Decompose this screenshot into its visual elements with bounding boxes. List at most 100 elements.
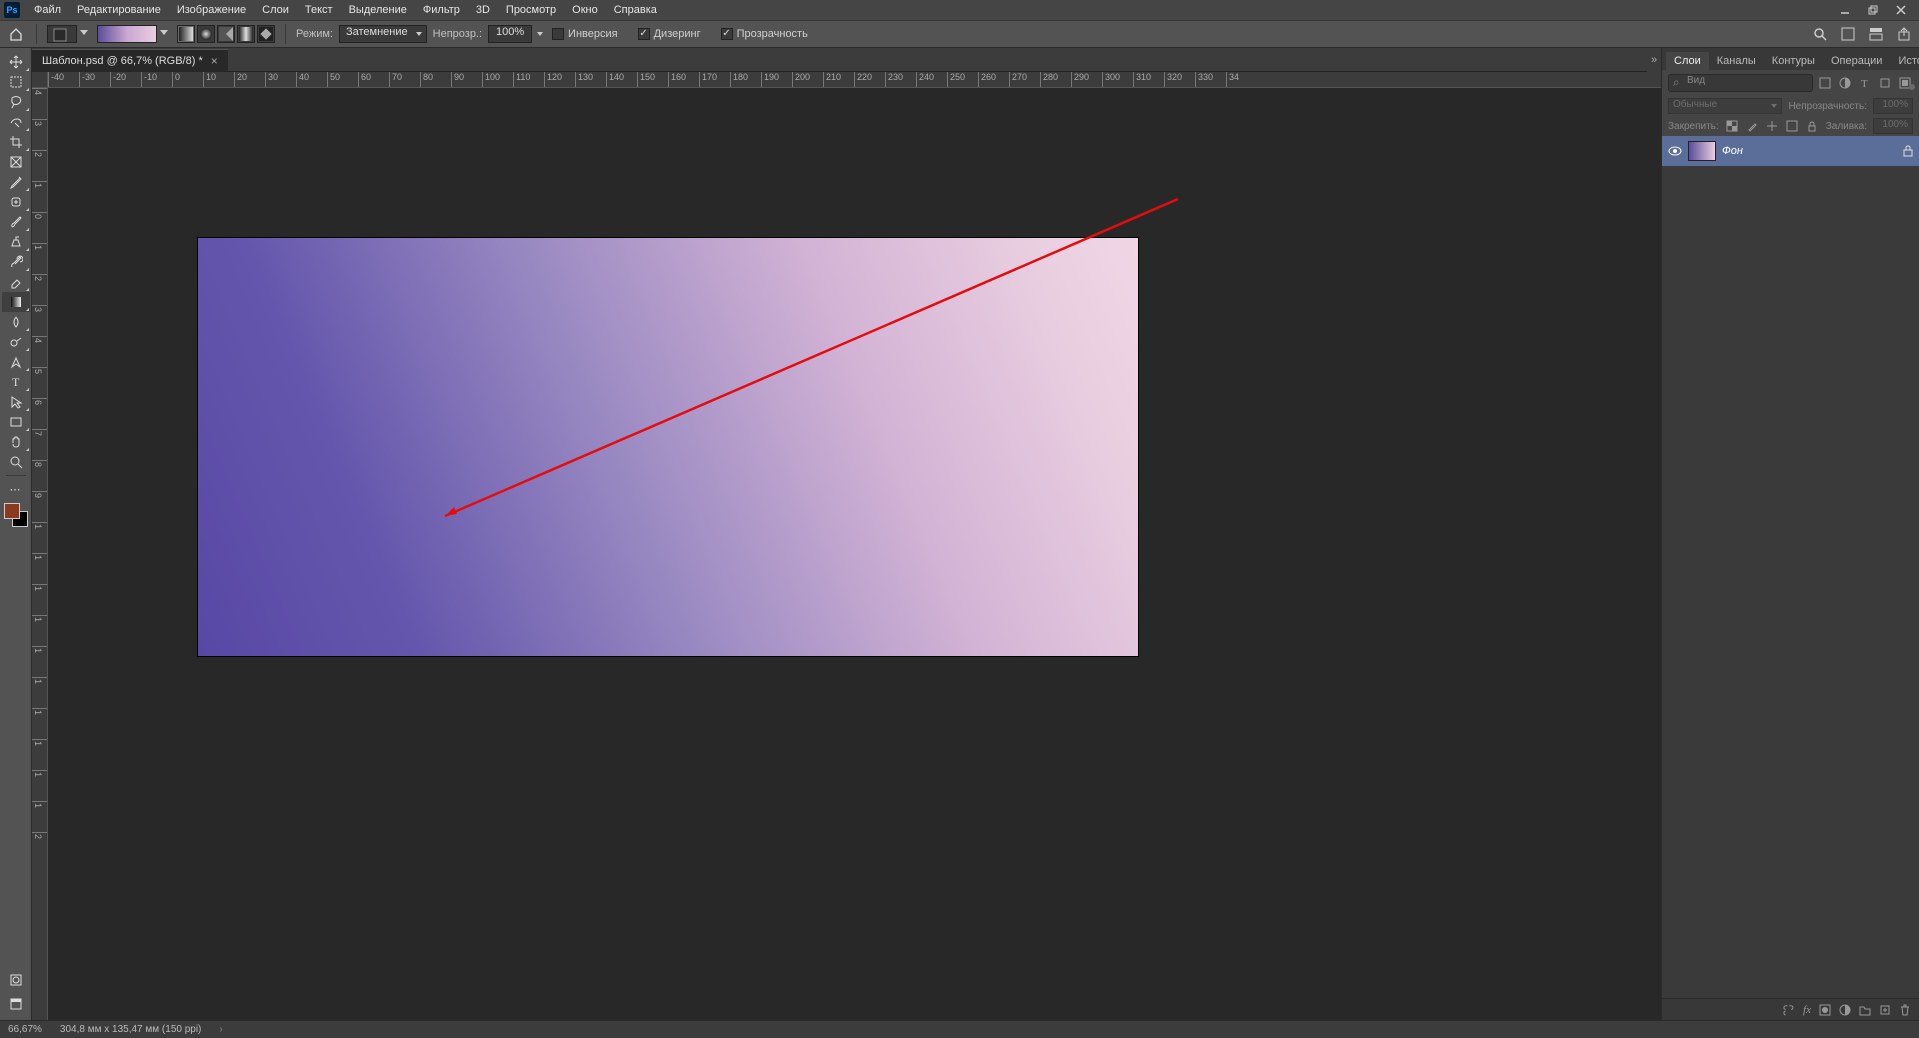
frame-mode-icon[interactable] [1839,25,1857,43]
frame-tool[interactable] [2,152,30,172]
menu-filter[interactable]: Фильтр [415,2,468,18]
opacity-input[interactable]: 100% [488,25,532,43]
delete-layer-icon[interactable] [1899,1004,1911,1016]
menu-select[interactable]: Выделение [341,2,415,18]
tab-history[interactable]: История [1890,52,1919,70]
menu-3d[interactable]: 3D [468,2,498,18]
edit-toolbar-button[interactable]: ⋯ [2,479,30,499]
status-menu-icon[interactable]: › [219,1024,222,1035]
document-tab[interactable]: Шаблон.psd @ 66,7% (RGB/8) * × [32,49,228,72]
dither-checkbox[interactable]: Дизеринг [638,28,701,40]
layer-blend-mode-select[interactable]: Обычные [1668,98,1782,114]
layer-opacity-input[interactable]: 100% [1873,98,1913,114]
new-layer-icon[interactable] [1879,1004,1891,1016]
lasso-tool[interactable] [2,92,30,112]
layer-thumbnail[interactable] [1688,141,1716,161]
marquee-tool[interactable] [2,72,30,92]
gradient-picker[interactable] [97,25,157,43]
history-brush-tool[interactable] [2,252,30,272]
path-select-tool[interactable] [2,392,30,412]
eyedropper-tool[interactable] [2,172,30,192]
gradient-reflected-button[interactable] [237,25,255,43]
close-tab-icon[interactable]: × [211,54,218,68]
menu-help[interactable]: Справка [606,2,665,18]
workspace-picker-icon[interactable] [1867,25,1885,43]
window-close-button[interactable] [1887,0,1915,20]
clone-stamp-tool[interactable] [2,232,30,252]
foreground-color-well[interactable] [4,503,20,519]
ruler-origin[interactable] [32,72,48,88]
document-info[interactable]: 304,8 мм x 135,47 мм (150 ppi) [60,1024,201,1035]
lock-all-icon[interactable] [1805,119,1819,133]
ruler-tick: 30 [265,72,266,88]
gradient-angle-button[interactable] [217,25,235,43]
menu-layers[interactable]: Слои [254,2,297,18]
dodge-tool[interactable] [2,332,30,352]
link-layers-icon[interactable] [1783,1004,1795,1016]
collapse-handle-icon[interactable] [1909,84,1915,90]
screen-mode-button[interactable] [2,994,30,1014]
move-tool[interactable] [2,52,30,72]
filter-type-icon[interactable]: T [1857,75,1873,91]
gradient-diamond-button[interactable] [257,25,275,43]
rectangle-tool[interactable] [2,412,30,432]
lock-label: Закрепить: [1668,121,1719,132]
layer-visibility-icon[interactable] [1668,146,1682,156]
gradient-linear-button[interactable] [177,25,195,43]
tab-channels[interactable]: Каналы [1709,52,1764,70]
ruler-tick: 1 [32,584,48,585]
menu-file[interactable]: Файл [26,2,69,18]
blur-tool[interactable] [2,312,30,332]
tab-paths[interactable]: Контуры [1764,52,1823,70]
blend-mode-select[interactable]: Затемнение [339,25,427,43]
new-group-icon[interactable] [1859,1004,1871,1016]
filter-shape-icon[interactable] [1877,75,1893,91]
hand-tool[interactable] [2,432,30,452]
share-icon[interactable] [1895,25,1913,43]
window-restore-button[interactable] [1859,0,1887,20]
layer-style-icon[interactable]: fx [1803,1004,1811,1016]
brush-tool[interactable] [2,212,30,232]
vertical-ruler[interactable]: 4321012345678911111111112 [32,88,48,1020]
layer-filter-search[interactable]: Вид [1668,74,1813,92]
tab-layers[interactable]: Слои [1666,52,1709,70]
zoom-tool[interactable] [2,452,30,472]
home-button[interactable] [6,24,26,44]
zoom-level[interactable]: 66,67% [8,1024,42,1035]
lock-artboard-icon[interactable] [1785,119,1799,133]
gradient-radial-button[interactable] [197,25,215,43]
transparency-checkbox[interactable]: Прозрачность [721,28,808,40]
tool-preset-picker[interactable] [47,25,77,43]
quick-mask-button[interactable] [2,970,30,990]
eraser-tool[interactable] [2,272,30,292]
filter-pixel-icon[interactable] [1817,75,1833,91]
canvas-viewport[interactable]: -40-30-20-100102030405060708090100110120… [32,72,1661,1020]
adjustment-layer-icon[interactable] [1839,1004,1851,1016]
menu-window[interactable]: Окно [564,2,606,18]
lock-transparent-icon[interactable] [1725,119,1739,133]
tab-overflow-icon[interactable]: » [1647,48,1661,72]
canvas[interactable] [198,238,1138,656]
pen-tool[interactable] [2,352,30,372]
quick-select-tool[interactable] [2,112,30,132]
color-wells[interactable] [4,503,28,527]
filter-adjust-icon[interactable] [1837,75,1853,91]
crop-tool[interactable] [2,132,30,152]
layer-fill-input[interactable]: 100% [1873,118,1913,134]
menu-text[interactable]: Текст [297,2,341,18]
layer-row[interactable]: Фон [1662,136,1919,166]
lock-position-icon[interactable] [1765,119,1779,133]
menu-image[interactable]: Изображение [169,2,254,18]
window-minimize-button[interactable] [1831,0,1859,20]
type-tool[interactable]: T [2,372,30,392]
layer-mask-icon[interactable] [1819,1004,1831,1016]
reverse-checkbox[interactable]: Инверсия [552,28,618,40]
gradient-tool[interactable] [2,292,30,312]
healing-brush-tool[interactable] [2,192,30,212]
horizontal-ruler[interactable]: -40-30-20-100102030405060708090100110120… [48,72,1661,88]
tab-actions[interactable]: Операции [1823,52,1890,70]
search-icon[interactable] [1811,25,1829,43]
menu-view[interactable]: Просмотр [498,2,564,18]
lock-pixels-icon[interactable] [1745,119,1759,133]
menu-edit[interactable]: Редактирование [69,2,169,18]
